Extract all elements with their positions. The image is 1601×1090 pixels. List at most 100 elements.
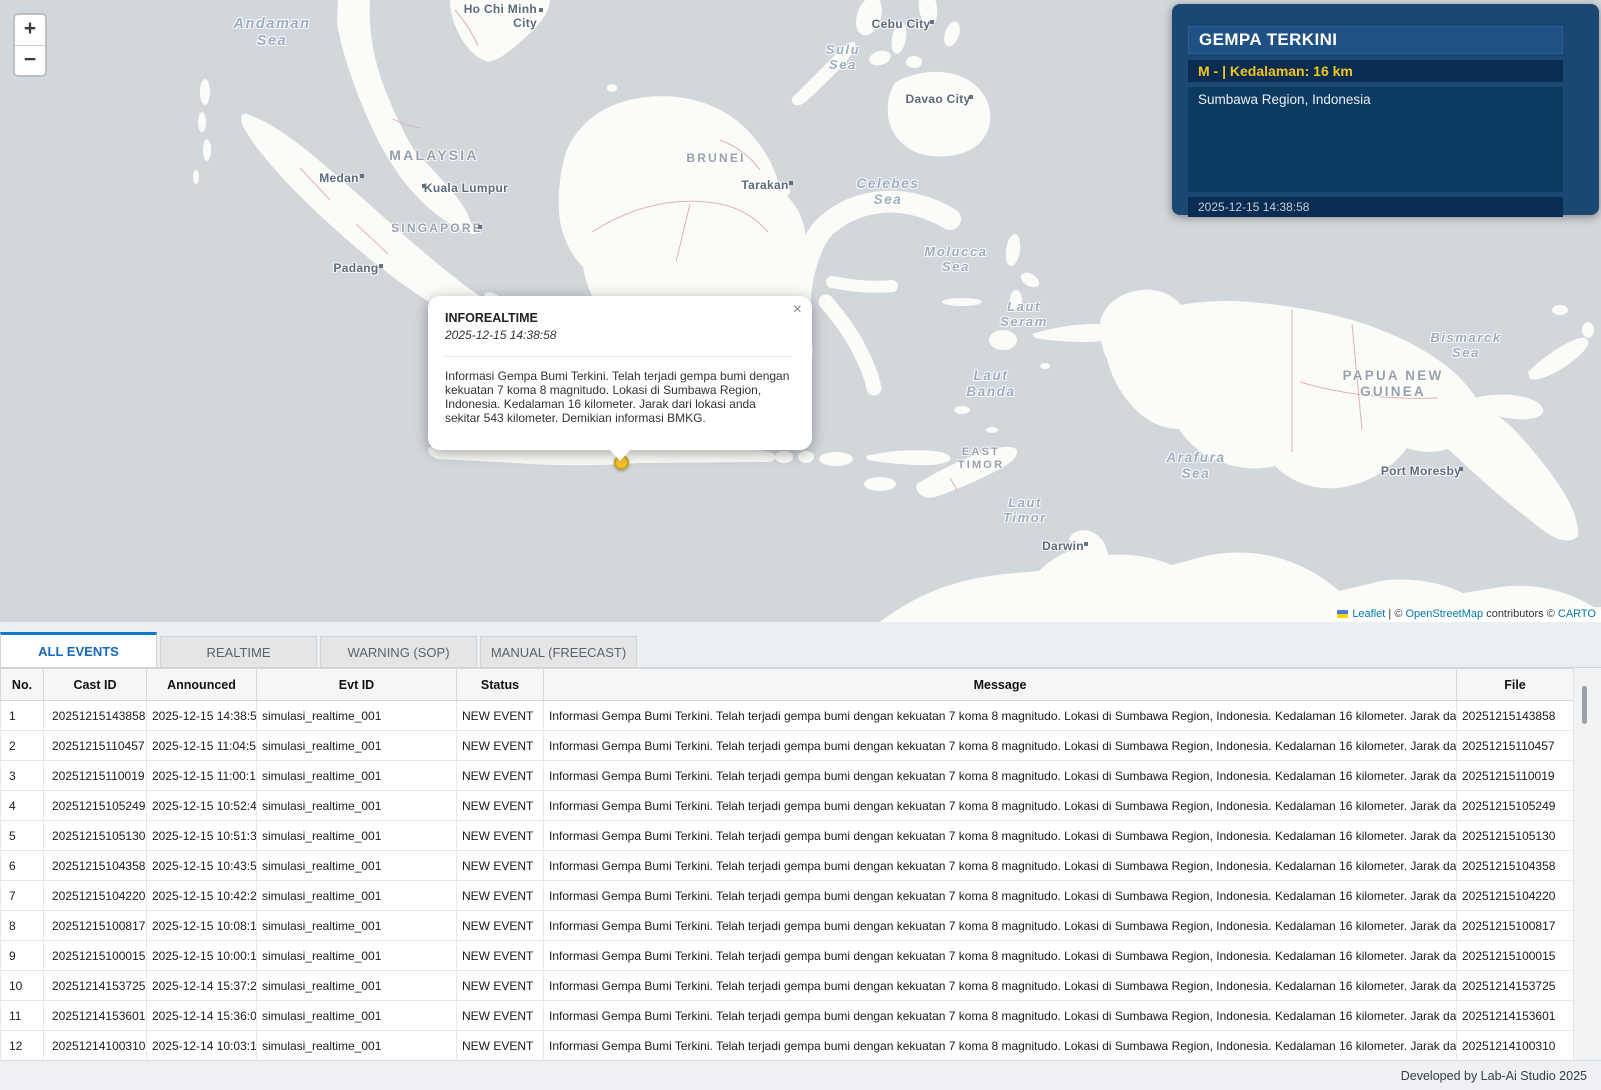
- table-row[interactable]: 5 20251215105130 2025-12-15 10:51:30 sim…: [0, 820, 1574, 851]
- table-row[interactable]: 6 20251215104358 2025-12-15 10:43:58 sim…: [0, 850, 1574, 881]
- cell-cast-id: 20251214153601: [43, 1000, 147, 1031]
- cell-no: 2: [0, 730, 44, 761]
- column-header: Announced: [146, 668, 257, 701]
- cell-status: NEW EVENT: [456, 850, 544, 881]
- gempa-terkini-panel: GEMPA TERKINI M - | Kedalaman: 16 km Sum…: [1172, 4, 1599, 217]
- attribution-contributors: contributors ©: [1483, 608, 1558, 620]
- cell-no: 11: [0, 1000, 44, 1031]
- zoom-control: + −: [13, 13, 47, 77]
- cell-file: 20251214100310: [1456, 1030, 1574, 1060]
- cell-message: Informasi Gempa Bumi Terkini. Telah terj…: [543, 700, 1457, 731]
- cell-status: NEW EVENT: [456, 1000, 544, 1031]
- popup-title: INFOREALTIME: [445, 311, 538, 325]
- cell-evt-id: simulasi_realtime_001: [256, 760, 457, 791]
- cell-no: 3: [0, 760, 44, 791]
- city-dot: [360, 174, 364, 178]
- ukraine-flag-icon: [1337, 610, 1349, 618]
- cell-announced: 2025-12-15 11:00:19: [146, 760, 257, 791]
- tab-all-events[interactable]: ALL EVENTS: [0, 632, 157, 667]
- table-row[interactable]: 9 20251215100015 2025-12-15 10:00:15 sim…: [0, 940, 1574, 971]
- cell-message: Informasi Gempa Bumi Terkini. Telah terj…: [543, 970, 1457, 1001]
- table-row[interactable]: 11 20251214153601 2025-12-14 15:36:01 si…: [0, 1000, 1574, 1031]
- map-attribution: Leaflet | © OpenStreetMap contributors ©…: [1332, 607, 1601, 622]
- column-header: No.: [0, 668, 44, 701]
- cell-file: 20251215105249: [1456, 790, 1574, 821]
- tab-realtime[interactable]: REALTIME: [160, 636, 317, 667]
- city-dot: [478, 225, 482, 229]
- popup-close-button[interactable]: ×: [793, 302, 802, 318]
- cell-cast-id: 20251215100817: [43, 910, 147, 941]
- app-window: Andaman Sea Sulu Sea Celebes Sea Molucca Se…: [0, 0, 1601, 1090]
- osm-link[interactable]: OpenStreetMap: [1405, 608, 1483, 620]
- table-row[interactable]: 1 20251215143858 2025-12-15 14:38:58 sim…: [0, 700, 1574, 731]
- cell-status: NEW EVENT: [456, 700, 544, 731]
- city-dot: [930, 20, 934, 24]
- cell-no: 1: [0, 700, 44, 731]
- cell-evt-id: simulasi_realtime_001: [256, 790, 457, 821]
- cell-announced: 2025-12-14 15:36:01: [146, 1000, 257, 1031]
- cell-cast-id: 20251214153725: [43, 970, 147, 1001]
- cell-status: NEW EVENT: [456, 910, 544, 941]
- table-row[interactable]: 2 20251215110457 2025-12-15 11:04:57 sim…: [0, 730, 1574, 761]
- city-dot: [422, 184, 426, 188]
- cell-no: 6: [0, 850, 44, 881]
- map-popup: × INFOREALTIME 2025-12-15 14:38:58 Infor…: [428, 296, 812, 461]
- cell-evt-id: simulasi_realtime_001: [256, 1030, 457, 1060]
- cell-evt-id: simulasi_realtime_001: [256, 820, 457, 851]
- panel-timestamp: 2025-12-15 14:38:58: [1188, 197, 1563, 217]
- city-dot: [1084, 542, 1088, 546]
- cell-no: 5: [0, 820, 44, 851]
- cell-no: 10: [0, 970, 44, 1001]
- city-dot: [539, 8, 543, 12]
- zoom-in-button[interactable]: +: [15, 15, 45, 45]
- cell-cast-id: 20251215105130: [43, 820, 147, 851]
- cell-announced: 2025-12-15 10:51:30: [146, 820, 257, 851]
- table-row[interactable]: 12 20251214100310 2025-12-14 10:03:10 si…: [0, 1030, 1574, 1060]
- cell-message: Informasi Gempa Bumi Terkini. Telah terj…: [543, 760, 1457, 791]
- cell-file: 20251215104358: [1456, 850, 1574, 881]
- carto-link[interactable]: CARTO: [1558, 608, 1596, 620]
- cell-announced: 2025-12-15 10:43:58: [146, 850, 257, 881]
- events-table-container[interactable]: No. Cast ID Announced Evt ID Status Message Fi…: [0, 668, 1601, 1060]
- cell-evt-id: simulasi_realtime_001: [256, 700, 457, 731]
- table-row[interactable]: 8 20251215100817 2025-12-15 10:08:17 sim…: [0, 910, 1574, 941]
- cell-announced: 2025-12-15 10:42:20: [146, 880, 257, 911]
- leaflet-link[interactable]: Leaflet: [1352, 608, 1385, 620]
- city-dot: [379, 264, 383, 268]
- tab-manual-freecast[interactable]: MANUAL (FREECAST): [480, 636, 637, 667]
- cell-file: 20251214153725: [1456, 970, 1574, 1001]
- cell-cast-id: 20251215100015: [43, 940, 147, 971]
- scrollbar-thumb[interactable]: [1582, 686, 1587, 724]
- zoom-out-button[interactable]: −: [15, 45, 45, 75]
- tab-label: ALL EVENTS: [38, 643, 119, 659]
- cell-announced: 2025-12-14 10:03:10: [146, 1030, 257, 1060]
- cell-message: Informasi Gempa Bumi Terkini. Telah terj…: [543, 1000, 1457, 1031]
- cell-status: NEW EVENT: [456, 970, 544, 1001]
- column-header: Cast ID: [43, 668, 147, 701]
- cell-evt-id: simulasi_realtime_001: [256, 850, 457, 881]
- table-row[interactable]: 10 20251214153725 2025-12-14 15:37:25 si…: [0, 970, 1574, 1001]
- table-row[interactable]: 7 20251215104220 2025-12-15 10:42:20 sim…: [0, 880, 1574, 911]
- table-scrollbar[interactable]: [1573, 668, 1601, 1060]
- popup-tail: [609, 449, 631, 461]
- panel-magnitude-depth: M - | Kedalaman: 16 km: [1188, 60, 1563, 82]
- cell-message: Informasi Gempa Bumi Terkini. Telah terj…: [543, 1030, 1457, 1060]
- table-row[interactable]: 4 20251215105249 2025-12-15 10:52:49 sim…: [0, 790, 1574, 821]
- cell-cast-id: 20251215104358: [43, 850, 147, 881]
- panel-location: Sumbawa Region, Indonesia: [1188, 87, 1563, 192]
- cell-file: 20251215104220: [1456, 880, 1574, 911]
- popup-timestamp: 2025-12-15 14:38:58: [445, 328, 557, 342]
- cell-cast-id: 20251215143858: [43, 700, 147, 731]
- cell-no: 8: [0, 910, 44, 941]
- cell-message: Informasi Gempa Bumi Terkini. Telah terj…: [543, 790, 1457, 821]
- cell-file: 20251215110019: [1456, 760, 1574, 791]
- cell-cast-id: 20251215110019: [43, 760, 147, 791]
- table-row[interactable]: 3 20251215110019 2025-12-15 11:00:19 sim…: [0, 760, 1574, 791]
- tab-warning-sop[interactable]: WARNING (SOP): [320, 636, 477, 667]
- cell-message: Informasi Gempa Bumi Terkini. Telah terj…: [543, 880, 1457, 911]
- map[interactable]: Andaman Sea Sulu Sea Celebes Sea Molucca Se…: [0, 0, 1601, 622]
- tab-label: WARNING (SOP): [347, 644, 450, 660]
- cell-cast-id: 20251215105249: [43, 790, 147, 821]
- cell-evt-id: simulasi_realtime_001: [256, 940, 457, 971]
- column-header: Evt ID: [256, 668, 457, 701]
